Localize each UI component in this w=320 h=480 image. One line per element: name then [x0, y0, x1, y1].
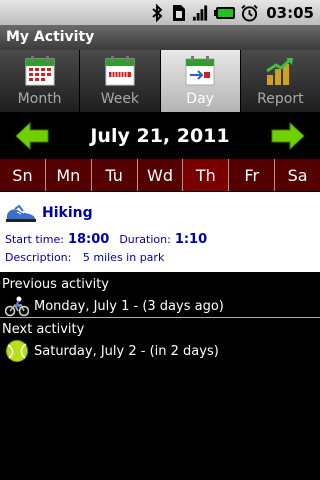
cycling-icon	[5, 296, 29, 317]
weekday-friday[interactable]: Fr	[229, 159, 276, 191]
left-arrow-icon[interactable]	[15, 122, 49, 150]
description-label: Description:	[5, 251, 72, 264]
shoe-icon	[6, 204, 36, 222]
activity-header: Hiking	[5, 200, 315, 226]
previous-activity-section: Previous activity Monday, July 1 - (3 da…	[0, 275, 320, 318]
alarm-icon	[241, 3, 258, 22]
weekday-sunday[interactable]: Sn	[0, 159, 46, 191]
status-bar: 03:05	[0, 0, 320, 25]
start-time-label: Start time:	[5, 233, 64, 246]
previous-activity-text: Monday, July 1 - (3 days ago)	[34, 298, 224, 314]
weekday-wednesday[interactable]: Wd	[138, 159, 184, 191]
next-activity-title: Next activity	[2, 322, 85, 337]
app-title: My Activity	[0, 25, 320, 50]
tab-month[interactable]: Month	[0, 50, 81, 112]
bluetooth-icon	[148, 3, 165, 22]
tab-label: Month	[17, 91, 62, 107]
view-tabs: Month Week Day Report	[0, 50, 320, 112]
activity-name: Hiking	[42, 205, 93, 221]
activity-times: Start time: 18:00 Duration: 1:10	[5, 232, 315, 247]
calendar-month-icon	[25, 56, 55, 86]
tennis-ball-icon	[6, 340, 28, 362]
calendar-day-icon	[185, 56, 215, 86]
weekday-thursday[interactable]: Th	[183, 159, 230, 191]
tab-label: Week	[100, 91, 140, 107]
previous-activity-title: Previous activity	[2, 277, 109, 292]
weekday-monday[interactable]: Mn	[46, 159, 92, 191]
duration-label: Duration:	[119, 233, 171, 246]
weekday-strip: Sn Mn Tu Wd Th Fr Sa	[0, 159, 320, 191]
start-time-value: 18:00	[67, 232, 110, 247]
tab-week[interactable]: Week	[80, 50, 161, 112]
tab-report[interactable]: Report	[240, 50, 320, 112]
status-time: 03:05	[266, 3, 314, 22]
tab-label: Report	[257, 91, 304, 107]
activity-description: Description: 5 miles in park	[5, 251, 315, 264]
current-date: July 21, 2011	[90, 125, 230, 147]
signal-icon	[192, 3, 209, 22]
sim-icon	[170, 3, 187, 22]
weekday-saturday[interactable]: Sa	[275, 159, 320, 191]
description-value: 5 miles in park	[82, 251, 165, 264]
previous-activity-item[interactable]: Monday, July 1 - (3 days ago)	[0, 295, 320, 317]
next-activity-item[interactable]: Saturday, July 2 - (in 2 days)	[0, 340, 320, 362]
duration-value: 1:10	[174, 232, 208, 247]
weekday-tuesday[interactable]: Tu	[92, 159, 138, 191]
date-navigation: July 21, 2011	[0, 114, 320, 158]
tab-label: Day	[186, 91, 214, 107]
next-activity-text: Saturday, July 2 - (in 2 days)	[34, 343, 219, 359]
tab-day[interactable]: Day	[160, 50, 241, 112]
calendar-week-icon	[105, 56, 135, 86]
next-activity-section: Next activity Saturday, July 2 - (in 2 d…	[0, 320, 320, 362]
activity-card[interactable]: Hiking Start time: 18:00 Duration: 1:10 …	[0, 192, 320, 272]
right-arrow-icon[interactable]	[271, 122, 305, 150]
app-root: 03:05 My Activity Month Week Day Report …	[0, 0, 320, 480]
battery-icon	[214, 3, 236, 22]
report-chart-icon	[266, 57, 294, 85]
